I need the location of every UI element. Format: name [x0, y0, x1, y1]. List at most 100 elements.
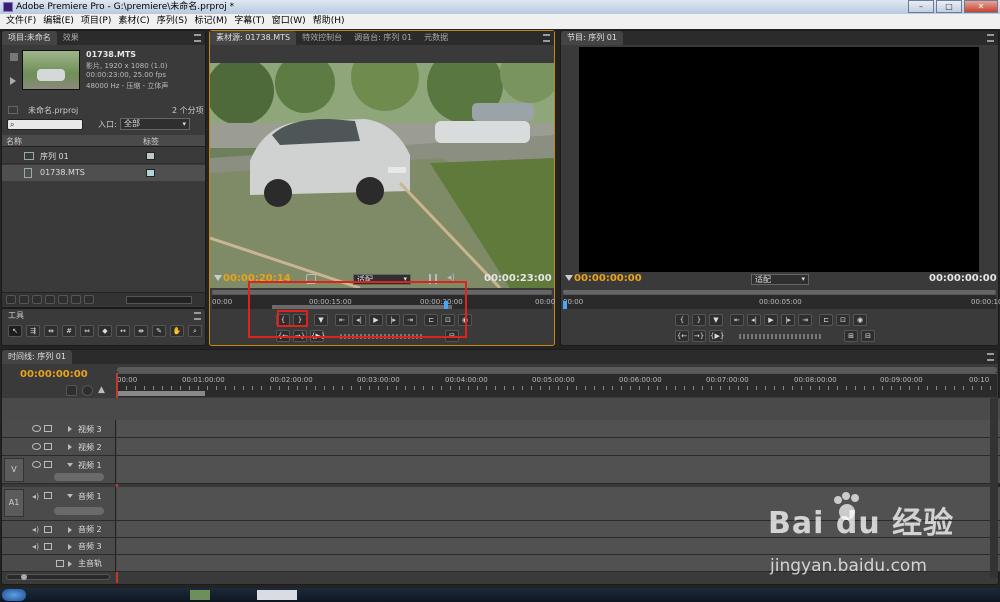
list-item[interactable]: 01738.MTS — [2, 165, 205, 181]
taskbar-app-icon[interactable] — [257, 590, 297, 600]
step-forward-button[interactable]: |▸ — [781, 314, 795, 326]
track-display-style[interactable] — [54, 507, 104, 515]
set-marker-button[interactable]: ▼ — [709, 314, 723, 326]
lock-icon[interactable] — [44, 526, 52, 533]
play-in-to-out-button[interactable]: {▶} — [709, 330, 724, 342]
speaker-icon[interactable]: ◂) — [32, 542, 39, 551]
tab-effect-controls[interactable]: 特效控制台 — [296, 31, 348, 45]
track-display-style[interactable] — [54, 473, 104, 481]
trim-button[interactable]: ⊞ — [844, 330, 858, 342]
zoom-tool-icon[interactable]: ⌕ — [188, 325, 202, 337]
new-item-icon[interactable] — [71, 295, 81, 304]
maximize-button[interactable]: □ — [936, 0, 962, 13]
search-input[interactable]: ⌕ — [7, 119, 83, 130]
lock-icon[interactable] — [44, 443, 52, 450]
tab-metadata[interactable]: 元数据 — [418, 31, 454, 45]
project-scrollbar[interactable] — [126, 296, 192, 304]
panel-menu-icon[interactable] — [194, 312, 201, 320]
taskbar-app-icon[interactable] — [190, 590, 210, 600]
menu-sequence[interactable]: 序列(S) — [155, 14, 193, 29]
expand-triangle-icon[interactable] — [68, 544, 72, 550]
list-view-icon[interactable] — [6, 295, 16, 304]
panel-menu-icon[interactable] — [987, 34, 994, 42]
source-track-a1[interactable]: A1 — [4, 489, 24, 517]
selection-tool-icon[interactable]: ↖ — [8, 325, 22, 337]
col-name[interactable]: 名称 — [6, 136, 22, 147]
play-button[interactable]: ▶ — [764, 314, 778, 326]
step-back-button[interactable]: ◂| — [747, 314, 761, 326]
mark-in-button[interactable]: { — [675, 314, 689, 326]
expand-triangle-icon[interactable] — [68, 426, 72, 432]
work-area-bar[interactable] — [117, 391, 205, 396]
jog-shuttle[interactable] — [739, 334, 823, 339]
extract-button[interactable]: ⊡ — [836, 314, 850, 326]
menu-edit[interactable]: 编辑(E) — [41, 14, 79, 29]
lock-icon[interactable] — [44, 543, 52, 550]
collapse-triangle-icon[interactable] — [67, 463, 73, 467]
hand-tool-icon[interactable]: ✋ — [170, 325, 184, 337]
icon-view-icon[interactable] — [19, 295, 29, 304]
marker-icon[interactable]: ▲ — [98, 385, 105, 396]
go-to-next-edit-button[interactable]: →} — [692, 330, 706, 342]
menu-window[interactable]: 窗口(W) — [270, 14, 311, 29]
automate-icon[interactable] — [32, 295, 42, 304]
find-icon[interactable] — [45, 295, 55, 304]
zoom-slider-thumb[interactable] — [21, 574, 27, 580]
source-track-v[interactable]: V — [4, 458, 24, 482]
speaker-icon[interactable]: ◂) — [32, 492, 39, 501]
menu-file[interactable]: 文件(F) — [4, 14, 41, 29]
track-area[interactable] — [117, 438, 1000, 455]
track-area[interactable] — [117, 420, 1000, 437]
slip-tool-icon[interactable]: ↔ — [116, 325, 130, 337]
tab-program[interactable]: 节目: 序列 01 — [561, 31, 623, 45]
speaker-icon[interactable]: ◂) — [32, 525, 39, 534]
lock-icon[interactable] — [56, 560, 64, 567]
menu-help[interactable]: 帮助(H) — [311, 14, 350, 29]
ripple-edit-tool-icon[interactable]: ⇹ — [44, 325, 58, 337]
panel-menu-icon[interactable] — [987, 353, 994, 361]
program-fit-dropdown[interactable]: 适配 ▾ — [751, 274, 809, 285]
lock-icon[interactable] — [44, 492, 52, 499]
timeline-timecode[interactable]: 00:00:00:00 — [20, 369, 88, 380]
track-area[interactable] — [117, 456, 1000, 483]
menu-title[interactable]: 字幕(T) — [232, 14, 270, 29]
snap-icon[interactable] — [66, 385, 77, 396]
mark-out-button[interactable]: } — [692, 314, 706, 326]
program-playhead[interactable] — [563, 301, 567, 309]
go-to-in-button[interactable]: ⇤ — [730, 314, 744, 326]
eye-icon[interactable] — [32, 461, 41, 468]
output-button[interactable]: ⊟ — [861, 330, 875, 342]
lock-icon[interactable] — [44, 425, 52, 432]
menu-clip[interactable]: 素材(C) — [116, 14, 154, 29]
eye-icon[interactable] — [32, 425, 41, 432]
eye-icon[interactable] — [32, 443, 41, 450]
lift-button[interactable]: ⊏ — [819, 314, 833, 326]
panel-menu-icon[interactable] — [194, 34, 201, 42]
collapse-triangle-icon[interactable] — [67, 494, 73, 498]
export-frame-button[interactable]: ◉ — [853, 314, 867, 326]
start-button[interactable] — [2, 589, 26, 601]
slide-tool-icon[interactable]: ⇼ — [134, 325, 148, 337]
label-color-swatch[interactable] — [146, 152, 155, 160]
minimize-button[interactable]: – — [908, 0, 934, 13]
in-dropdown[interactable]: 全部 ▾ — [120, 118, 190, 130]
razor-tool-icon[interactable]: ◆ — [98, 325, 112, 337]
rolling-edit-tool-icon[interactable]: # — [62, 325, 76, 337]
expand-triangle-icon[interactable] — [68, 444, 72, 450]
set-marker-icon[interactable] — [82, 385, 93, 396]
tab-effects[interactable]: 效果 — [57, 31, 85, 45]
tab-source[interactable]: 素材源: 01738.MTS — [210, 31, 297, 45]
label-color-swatch[interactable] — [146, 169, 155, 177]
timeline-zoom-slider[interactable] — [6, 574, 110, 580]
panel-menu-icon[interactable] — [543, 34, 550, 42]
menu-marker[interactable]: 标记(M) — [192, 14, 232, 29]
list-item[interactable]: 序列 01 — [2, 148, 205, 164]
delete-icon[interactable] — [84, 295, 94, 304]
tab-audio-mixer[interactable]: 调音台: 序列 01 — [348, 31, 418, 45]
close-button[interactable]: ✕ — [964, 0, 998, 13]
go-to-out-button[interactable]: ⇥ — [798, 314, 812, 326]
expand-triangle-icon[interactable] — [68, 561, 72, 567]
play-thumbnail-icon[interactable] — [8, 49, 20, 89]
new-bin-icon[interactable] — [58, 295, 68, 304]
rate-stretch-tool-icon[interactable]: ⇔ — [80, 325, 94, 337]
